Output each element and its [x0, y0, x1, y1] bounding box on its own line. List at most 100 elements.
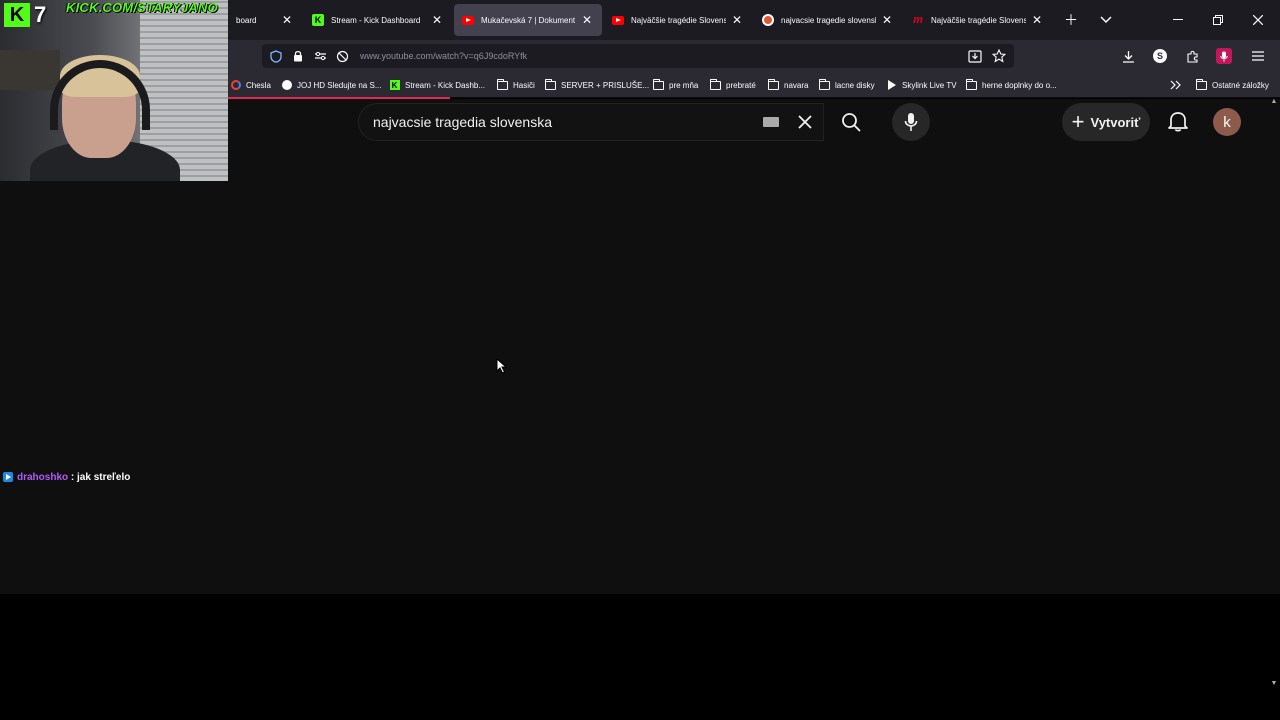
url-bar[interactable]: www.youtube.com/watch?v=q6J9cdoRYfk — [262, 44, 1014, 68]
bookmark-chesla[interactable]: Chesla — [230, 77, 271, 93]
close-icon[interactable]: ✕ — [730, 13, 744, 27]
avatar[interactable]: k — [1213, 108, 1241, 136]
microphone-sharing-icon[interactable] — [1214, 46, 1234, 66]
bookmark-label: herne doplnky do o... — [982, 80, 1057, 90]
create-button[interactable]: + Vytvoriť — [1062, 103, 1150, 141]
google-icon — [230, 80, 241, 90]
mouse-cursor-icon — [496, 358, 508, 374]
kick-channel-url: KICK.COM/STARYJANO — [66, 0, 218, 15]
notifications-button[interactable] — [1164, 107, 1192, 135]
bell-icon — [1168, 112, 1188, 132]
keyboard-icon[interactable] — [763, 117, 779, 127]
bookmark-label: Ostatné záložky — [1212, 80, 1269, 90]
search-input[interactable]: najvacsie tragedia slovenska — [358, 103, 824, 141]
bookmark-folder-prebrate[interactable]: prebraté — [710, 77, 756, 93]
bookmark-folder-navara[interactable]: navara — [768, 77, 808, 93]
bookmark-label: SERVER + PRISLUŠE... — [561, 80, 650, 90]
bookmark-label: pre mňa — [669, 80, 699, 90]
kick-badge-icon — [3, 472, 13, 482]
close-icon[interactable]: ✕ — [430, 13, 444, 27]
bookmark-folder-lacne-disky[interactable]: lacne disky — [819, 77, 875, 93]
minimize-icon[interactable] — [1168, 10, 1188, 30]
tab-mukacevska[interactable]: Mukačevská 7 | Dokument R ✕ — [454, 4, 602, 36]
bookmark-folder-hasici[interactable]: Hasiči — [497, 77, 535, 93]
tab-duckduckgo-search[interactable]: najvacsie tragedie slovensk ✕ — [754, 4, 902, 36]
profile-icon[interactable]: S — [1150, 46, 1170, 66]
kick-number: 7 — [34, 2, 47, 27]
page-lower-area — [0, 594, 1268, 692]
youtube-icon — [462, 15, 474, 25]
close-icon[interactable]: ✕ — [580, 13, 594, 27]
tab-title: Najväčšie tragédie Slovensk — [931, 15, 1026, 25]
downloads-icon[interactable] — [1118, 46, 1138, 66]
lock-icon[interactable] — [290, 48, 306, 64]
scroll-down-icon[interactable]: ▼ — [1268, 680, 1280, 692]
profile-letter: S — [1153, 49, 1167, 63]
folder-icon — [768, 78, 779, 90]
close-icon[interactable]: ✕ — [880, 13, 894, 27]
permissions-icon[interactable] — [312, 48, 328, 64]
bookmark-kick-dashboard[interactable]: K Stream - Kick Dashb... — [389, 77, 485, 93]
bookmark-label: Chesla — [246, 80, 271, 90]
new-tab-icon[interactable]: ＋ — [1061, 10, 1081, 30]
tab-title: Mukačevská 7 | Dokument R — [481, 15, 576, 25]
tab-najvacsie-tragedie-2[interactable]: m Najväčšie tragédie Slovensk ✕ — [904, 4, 1052, 36]
close-window-icon[interactable] — [1248, 10, 1268, 30]
bookmark-label: lacne disky — [835, 80, 875, 90]
scrollbar[interactable] — [1268, 99, 1280, 594]
tab-najvacsie-tragedie-1[interactable]: Najväčšie tragédie Slovensk ✕ — [604, 4, 752, 36]
bookmark-folder-pre-mna[interactable]: pre mňa — [653, 77, 698, 93]
chevron-down-icon[interactable] — [1096, 10, 1116, 30]
kick-logo-icon: K — [4, 3, 30, 27]
other-bookmarks[interactable]: Ostatné záložky — [1196, 77, 1269, 93]
folder-icon — [966, 78, 977, 90]
folder-icon — [545, 78, 556, 90]
skylink-icon — [886, 80, 897, 90]
bookmark-folder-herne-doplnky[interactable]: herne doplnky do o... — [966, 77, 1057, 93]
tab-title: Stream - Kick Dashboard — [331, 15, 421, 25]
clear-search-icon[interactable] — [795, 112, 815, 132]
plus-icon: + — [1071, 109, 1085, 134]
more-bookmarks-icon[interactable] — [1170, 77, 1182, 93]
shield-icon[interactable] — [268, 48, 284, 64]
markiza-icon: m — [913, 14, 923, 26]
bookmark-joj[interactable]: JOJ HD Sledujte na S... — [281, 77, 381, 93]
close-icon[interactable]: ✕ — [280, 13, 294, 27]
extensions-icon[interactable] — [1182, 46, 1202, 66]
bookmark-star-icon[interactable] — [990, 47, 1008, 65]
tab-kick-dashboard[interactable]: K Stream - Kick Dashboard ✕ — [304, 4, 452, 36]
voice-search-button[interactable] — [892, 103, 930, 141]
chat-text: jak streľelo — [77, 471, 131, 483]
microphone-icon — [904, 113, 918, 131]
close-icon[interactable]: ✕ — [1030, 13, 1044, 27]
tab-title: Najväčšie tragédie Slovensk — [631, 15, 726, 25]
restore-icon[interactable] — [1208, 10, 1228, 30]
menu-icon[interactable] — [1248, 46, 1268, 66]
search-button[interactable] — [824, 103, 878, 141]
folder-icon — [1196, 78, 1207, 90]
bookmark-folder-server[interactable]: SERVER + PRISLUŠE... — [545, 77, 649, 93]
kick-icon: K — [389, 80, 400, 90]
bookmark-label: Stream - Kick Dashb... — [405, 80, 486, 90]
youtube-icon — [612, 15, 624, 25]
bookmark-skylink[interactable]: Skylink Live TV — [886, 77, 957, 93]
search-query[interactable]: najvacsie tragedia slovenska — [373, 114, 763, 130]
bookmark-label: Skylink Live TV — [902, 80, 957, 90]
bookmark-label: JOJ HD Sledujte na S... — [297, 80, 382, 90]
folder-icon — [819, 78, 830, 90]
scroll-up-icon[interactable]: ▲ — [1269, 98, 1279, 108]
bottom-bar — [0, 692, 1280, 720]
folder-icon — [710, 78, 721, 90]
folder-icon — [497, 78, 508, 90]
create-label: Vytvoriť — [1090, 114, 1141, 130]
chat-separator: : — [68, 471, 78, 483]
autoplay-blocked-icon[interactable] — [334, 48, 350, 64]
save-page-icon[interactable] — [966, 47, 984, 65]
search-icon — [842, 113, 861, 132]
joj-icon — [281, 80, 292, 90]
chat-message: drahoshko : jak streľelo — [3, 470, 130, 484]
url-text[interactable]: www.youtube.com/watch?v=q6J9cdoRYfk — [360, 51, 966, 61]
kick-icon: K — [312, 14, 324, 26]
webcam-background-shelf — [0, 50, 60, 90]
tab-kick-board[interactable]: board ✕ — [228, 4, 302, 36]
